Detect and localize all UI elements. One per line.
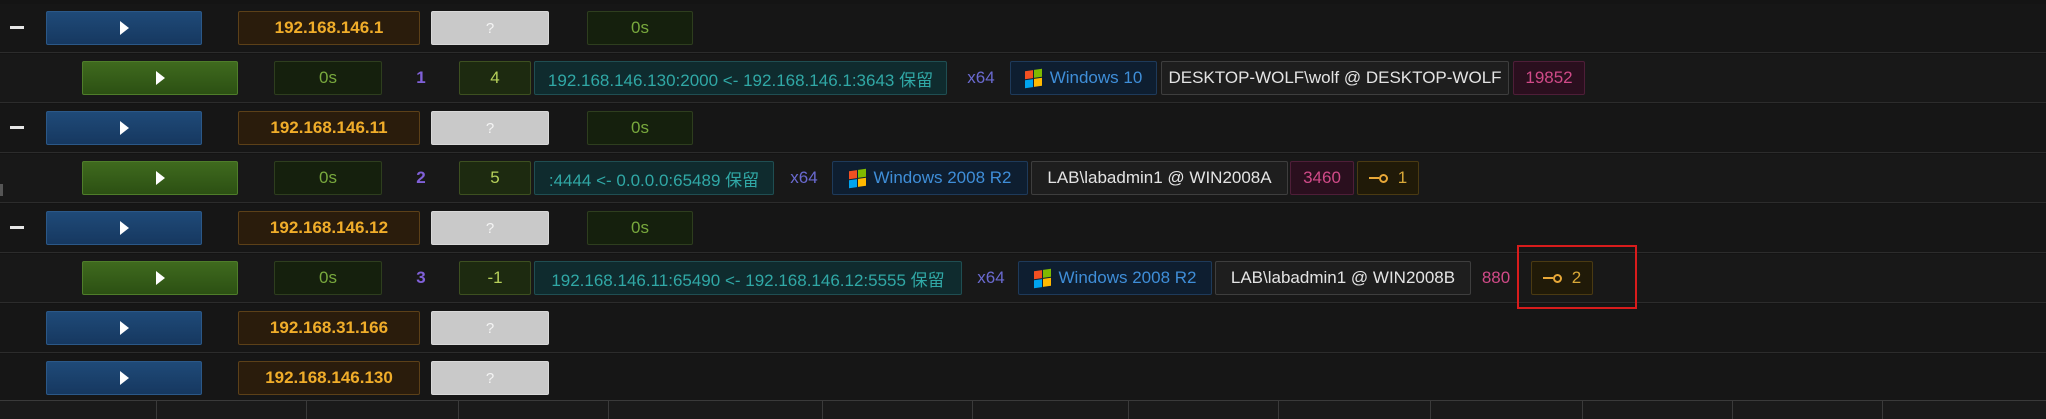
status-bar-segment [608, 401, 823, 419]
session-tunnel-badge[interactable]: 1 [1357, 161, 1419, 195]
session-row: 0s 3 -1 192.168.146.11:65490 <- 192.168.… [0, 254, 2046, 303]
collapse-minus-icon[interactable] [10, 126, 24, 129]
status-bar-segment [1430, 401, 1583, 419]
session-row: 0s 1 4 192.168.146.130:2000 <- 192.168.1… [0, 54, 2046, 103]
host-play-button[interactable] [46, 361, 202, 395]
session-process-count: 5 [459, 161, 531, 195]
host-status: ? [431, 361, 549, 395]
session-os-label: Windows 2008 R2 [1058, 268, 1197, 287]
session-id: 3 [416, 268, 426, 287]
host-ip: 192.168.146.12 [238, 211, 420, 245]
host-row: 192.168.146.12 ? 0s [0, 204, 2046, 253]
session-pid: 3460 [1290, 161, 1354, 195]
left-edge-marker [0, 184, 3, 196]
play-icon [155, 271, 165, 285]
windows-logo-icon [848, 168, 866, 188]
host-row: 192.168.31.166 ? [0, 304, 2046, 353]
status-bar-segment [1732, 401, 1883, 419]
play-icon [155, 71, 165, 85]
session-os-label: Windows 2008 R2 [873, 168, 1012, 187]
session-pid: 880 [1481, 268, 1511, 287]
session-pid: 19852 [1513, 61, 1585, 95]
session-arch: x64 [790, 168, 818, 187]
session-time: 0s [274, 161, 382, 195]
host-time: 0s [587, 11, 693, 45]
session-connection: 192.168.146.130:2000 <- 192.168.146.1:36… [534, 61, 947, 95]
play-icon [119, 371, 129, 385]
session-time: 0s [274, 61, 382, 95]
host-time: 0s [587, 211, 693, 245]
windows-logo-icon [1033, 268, 1051, 288]
status-bar-segment [156, 401, 307, 419]
session-play-button[interactable] [82, 261, 238, 295]
collapse-minus-icon[interactable] [10, 26, 24, 29]
collapse-minus-icon[interactable] [10, 226, 24, 229]
status-bar-segment [458, 401, 609, 419]
session-user: LAB\labadmin1 @ WIN2008A [1031, 161, 1288, 195]
status-bar-segment [0, 401, 157, 419]
session-row: 0s 2 5 :4444 <- 0.0.0.0:65489 保留 x64 Win… [0, 154, 2046, 203]
play-icon [155, 171, 165, 185]
session-process-count: 4 [459, 61, 531, 95]
windows-logo-icon [1024, 68, 1042, 88]
play-icon [119, 21, 129, 35]
status-bar-segment [1278, 401, 1431, 419]
play-icon [119, 121, 129, 135]
session-id: 2 [416, 168, 426, 187]
session-time: 0s [274, 261, 382, 295]
session-play-button[interactable] [82, 61, 238, 95]
host-status: ? [431, 11, 549, 45]
status-bar-segment [306, 401, 459, 419]
session-connection: :4444 <- 0.0.0.0:65489 保留 [534, 161, 774, 195]
status-bar-segment [1582, 401, 1733, 419]
key-icon [1368, 173, 1388, 183]
session-os-label: Windows 10 [1049, 68, 1143, 87]
session-play-button[interactable] [82, 161, 238, 195]
session-arch: x64 [977, 268, 1005, 287]
host-play-button[interactable] [46, 211, 202, 245]
session-arch: x64 [967, 68, 995, 87]
host-ip: 192.168.146.1 [238, 11, 420, 45]
session-id: 1 [416, 68, 426, 87]
session-user: LAB\labadmin1 @ WIN2008B [1215, 261, 1471, 295]
host-time: 0s [587, 111, 693, 145]
status-bar-segment [972, 401, 1129, 419]
status-bar-segment [822, 401, 973, 419]
session-tunnel-count: 1 [1397, 168, 1408, 187]
host-row: 192.168.146.11 ? 0s [0, 104, 2046, 153]
host-play-button[interactable] [46, 111, 202, 145]
host-status: ? [431, 111, 549, 145]
session-user: DESKTOP-WOLF\wolf @ DESKTOP-WOLF [1161, 61, 1509, 95]
session-connection: 192.168.146.11:65490 <- 192.168.146.12:5… [534, 261, 962, 295]
host-row: 192.168.146.1 ? 0s [0, 4, 2046, 53]
host-status: ? [431, 211, 549, 245]
host-play-button[interactable] [46, 311, 202, 345]
status-bar [0, 400, 2046, 419]
play-icon [119, 221, 129, 235]
session-os: Windows 2008 R2 [832, 161, 1028, 195]
host-play-button[interactable] [46, 11, 202, 45]
session-os: Windows 10 [1010, 61, 1157, 95]
host-ip: 192.168.146.130 [238, 361, 420, 395]
highlight-box [1517, 245, 1637, 309]
session-os: Windows 2008 R2 [1018, 261, 1212, 295]
session-process-count: -1 [459, 261, 531, 295]
host-status: ? [431, 311, 549, 345]
status-bar-segment [1128, 401, 1279, 419]
play-icon [119, 321, 129, 335]
host-ip: 192.168.31.166 [238, 311, 420, 345]
host-row: 192.168.146.130 ? [0, 354, 2046, 403]
host-ip: 192.168.146.11 [238, 111, 420, 145]
